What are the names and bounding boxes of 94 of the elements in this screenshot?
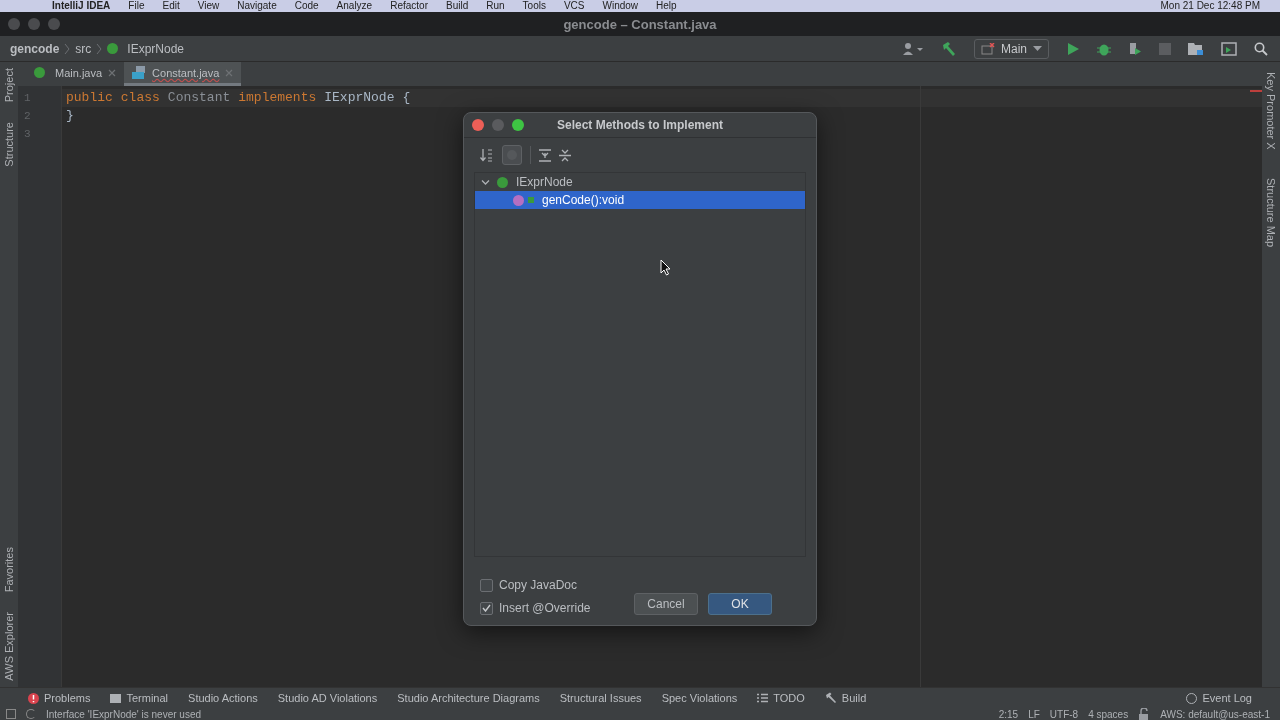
tool-window-tab[interactable]: Structure — [3, 122, 15, 167]
interface-icon — [497, 176, 508, 188]
terminal-icon — [110, 693, 122, 703]
editor-tab[interactable]: Main.java — [26, 62, 125, 86]
sort-icon[interactable] — [480, 148, 494, 162]
tool-window-button[interactable]: Build — [824, 692, 867, 704]
aws-connection[interactable]: AWS: default@us-east-1 — [1160, 708, 1270, 720]
checkbox[interactable]: Insert @Override — [480, 601, 591, 615]
file-encoding[interactable]: UTF-8 — [1049, 708, 1079, 720]
project-structure-icon[interactable] — [1188, 41, 1204, 56]
expand-all-icon[interactable] — [539, 148, 551, 162]
java-file-icon — [132, 66, 147, 79]
tool-window-tab[interactable]: AWS Explorer — [3, 612, 15, 681]
zoom-button[interactable] — [512, 119, 524, 131]
menu-item[interactable]: File — [128, 0, 145, 12]
interface-icon — [34, 67, 45, 78]
editor-tab[interactable]: Constant.java — [124, 62, 242, 86]
cancel-button[interactable]: Cancel — [634, 593, 698, 615]
checkmark-icon — [482, 604, 491, 612]
ok-button[interactable]: OK — [708, 593, 772, 615]
menu-item[interactable]: Edit — [162, 0, 180, 12]
toggle-button[interactable] — [502, 145, 522, 165]
tree-item[interactable]: genCode():void — [475, 191, 805, 209]
breadcrumb[interactable]: src — [75, 41, 92, 56]
error-icon — [28, 692, 39, 704]
event-log-button[interactable]: Event Log — [1186, 692, 1252, 704]
close-button[interactable] — [472, 119, 484, 131]
method-icon — [513, 194, 524, 206]
tree-item[interactable]: IExprNode — [475, 173, 805, 191]
menu-item[interactable]: Help — [656, 0, 677, 12]
tool-window-button[interactable]: Structural Issues — [559, 692, 642, 704]
tool-window-button[interactable]: Spec Violations — [661, 692, 738, 704]
coverage-icon[interactable] — [1128, 41, 1142, 56]
panel-toggle-icon[interactable] — [6, 709, 16, 719]
menu-item[interactable]: Analyze — [336, 0, 373, 12]
checkbox[interactable]: Copy JavaDoc — [480, 578, 591, 592]
menu-item[interactable]: Refactor — [390, 0, 428, 12]
breadcrumb[interactable]: IExprNode — [127, 41, 185, 56]
lock-icon[interactable] — [1138, 708, 1151, 720]
menu-item[interactable]: Tools — [522, 0, 546, 12]
indent-setting[interactable]: 4 spaces — [1088, 708, 1129, 720]
hammer-icon[interactable] — [941, 40, 957, 57]
tool-window-button[interactable]: Problems — [28, 692, 91, 704]
tool-window-tab[interactable]: Structure Map — [1265, 177, 1277, 247]
user-icon[interactable] — [902, 41, 924, 56]
status-message: Interface 'IExprNode' is never used — [46, 708, 201, 720]
tool-window-tab[interactable]: Favorites — [3, 547, 15, 593]
run-configuration-dropdown[interactable]: Main — [974, 38, 1049, 59]
tool-window-button[interactable]: TODO — [757, 692, 805, 704]
breadcrumb[interactable]: gencode — [10, 41, 60, 56]
chevron-icon — [96, 42, 103, 55]
caret-icon — [1033, 45, 1042, 52]
close-icon[interactable] — [108, 68, 117, 77]
dialog-title: Select Methods to Implement — [557, 118, 723, 132]
window-icon[interactable] — [1221, 41, 1237, 56]
list-icon — [757, 693, 769, 703]
menu-item[interactable]: View — [197, 0, 220, 12]
menu-item[interactable]: Build — [445, 0, 469, 12]
zoom-button[interactable] — [48, 18, 60, 30]
caret-position[interactable]: 2:15 — [998, 708, 1019, 720]
public-icon — [528, 197, 534, 203]
code-token: class — [120, 89, 160, 107]
search-icon[interactable] — [1254, 41, 1268, 56]
app-menu[interactable]: IntelliJ IDEA — [52, 0, 111, 12]
menu-item[interactable]: Code — [294, 0, 319, 12]
tool-window-tab[interactable]: Key Promoter X — [1265, 72, 1277, 150]
clock: Mon 21 Dec 12:48 PM — [1160, 0, 1260, 12]
chevron-icon — [64, 42, 71, 55]
menu-item[interactable]: Run — [486, 0, 505, 12]
collapse-all-icon[interactable] — [559, 148, 571, 162]
code-token: IExprNode — [324, 89, 395, 107]
menu-item[interactable]: Navigate — [237, 0, 277, 12]
hammer-icon — [824, 692, 837, 704]
menu-item[interactable]: VCS — [563, 0, 585, 12]
close-button[interactable] — [8, 18, 20, 30]
run-icon[interactable] — [1066, 41, 1080, 56]
code-token: implements — [238, 89, 317, 107]
minimize-button[interactable] — [28, 18, 40, 30]
interface-icon — [107, 43, 119, 54]
tool-window-button[interactable]: Studio Architecture Diagrams — [397, 692, 540, 704]
line-ending[interactable]: LF — [1028, 708, 1040, 720]
code-token: { — [402, 89, 411, 107]
window-title: gencode – Constant.java — [563, 16, 717, 32]
code-token: public — [66, 89, 113, 107]
mouse-cursor-icon — [660, 259, 672, 276]
menu-item[interactable]: Window — [602, 0, 639, 12]
code-token: } — [66, 107, 74, 125]
tool-window-button[interactable]: Studio Actions — [188, 692, 258, 704]
tool-window-tab[interactable]: Project — [3, 68, 15, 103]
chevron-down-icon[interactable] — [481, 177, 490, 187]
configuration-icon — [981, 42, 995, 55]
tool-window-button[interactable]: Studio AD Violations — [277, 692, 378, 704]
tool-window-button[interactable]: Terminal — [110, 692, 169, 704]
code-token: Constant — [167, 89, 231, 107]
